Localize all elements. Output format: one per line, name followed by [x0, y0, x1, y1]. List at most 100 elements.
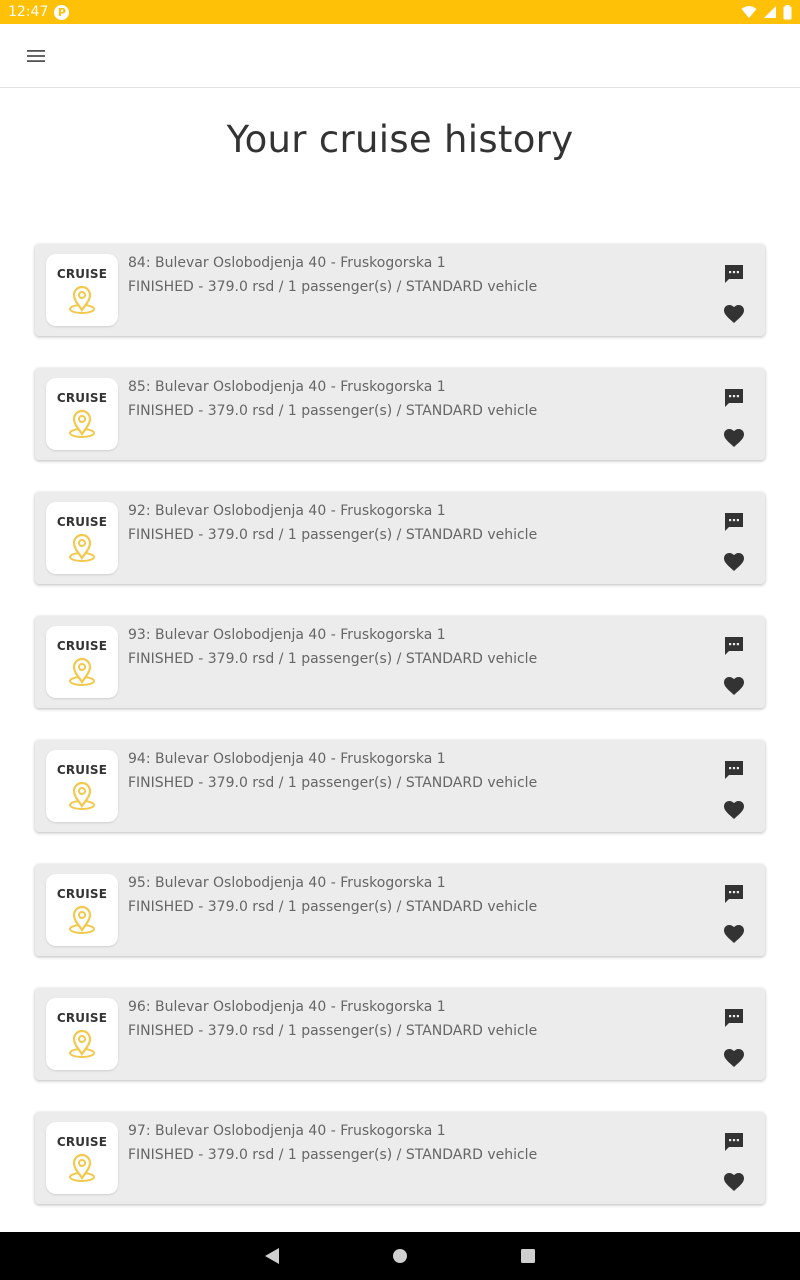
chat-bubble-icon: [725, 761, 743, 779]
menu-button[interactable]: [16, 36, 56, 76]
ride-title: 85: Bulevar Oslobodjenja 40 - Fruskogors…: [128, 379, 446, 395]
ride-details: FINISHED - 379.0 rsd / 1 passenger(s) / …: [128, 899, 538, 915]
favorite-button[interactable]: [721, 549, 747, 575]
location-pin-icon: [69, 1029, 95, 1058]
location-pin-icon: [69, 781, 95, 810]
logo-text: CRUISE: [56, 763, 108, 777]
logo-text: CRUISE: [56, 639, 108, 653]
page-title: Your cruise history: [226, 118, 574, 161]
logo-text: CRUISE: [56, 391, 108, 405]
cruise-logo: CRUISE: [46, 626, 118, 698]
chat-button[interactable]: [721, 1129, 747, 1155]
heart-icon: [724, 429, 744, 447]
logo-text: CRUISE: [56, 515, 108, 529]
heart-icon: [724, 553, 744, 571]
ride-title: 96: Bulevar Oslobodjenja 40 - Fruskogors…: [128, 999, 446, 1015]
chat-button[interactable]: [721, 757, 747, 783]
chat-button[interactable]: [721, 261, 747, 287]
heart-icon: [724, 305, 744, 323]
ride-card[interactable]: CRUISE 96: Bulevar Oslobodjenja 40 - Fru…: [35, 988, 765, 1080]
cruise-logo: CRUISE: [46, 874, 118, 946]
hamburger-menu-icon: [27, 50, 45, 62]
ride-card[interactable]: CRUISE 84: Bulevar Oslobodjenja 40 - Fru…: [35, 244, 765, 336]
favorite-button[interactable]: [721, 301, 747, 327]
battery-icon: [783, 4, 792, 19]
signal-icon: [764, 6, 776, 18]
favorite-button[interactable]: [721, 1169, 747, 1195]
ride-details: FINISHED - 379.0 rsd / 1 passenger(s) / …: [128, 651, 538, 667]
location-pin-icon: [69, 657, 95, 686]
location-pin-icon: [69, 533, 95, 562]
ride-title: 94: Bulevar Oslobodjenja 40 - Fruskogors…: [128, 751, 446, 767]
wifi-icon: [741, 6, 757, 18]
logo-text: CRUISE: [56, 1135, 108, 1149]
location-pin-icon: [69, 905, 95, 934]
logo-text: CRUISE: [56, 267, 108, 281]
chat-button[interactable]: [721, 881, 747, 907]
logo-text: CRUISE: [56, 1011, 108, 1025]
parking-notification-icon: P: [54, 4, 70, 20]
ride-title: 92: Bulevar Oslobodjenja 40 - Fruskogors…: [128, 503, 446, 519]
favorite-button[interactable]: [721, 921, 747, 947]
recents-button[interactable]: [513, 1241, 543, 1271]
home-button[interactable]: [385, 1241, 415, 1271]
logo-text: CRUISE: [56, 887, 108, 901]
ride-details: FINISHED - 379.0 rsd / 1 passenger(s) / …: [128, 775, 538, 791]
ride-card[interactable]: CRUISE 95: Bulevar Oslobodjenja 40 - Fru…: [35, 864, 765, 956]
ride-title: 93: Bulevar Oslobodjenja 40 - Fruskogors…: [128, 627, 446, 643]
chat-button[interactable]: [721, 385, 747, 411]
ride-details: FINISHED - 379.0 rsd / 1 passenger(s) / …: [128, 527, 538, 543]
ride-card[interactable]: CRUISE 97: Bulevar Oslobodjenja 40 - Fru…: [35, 1112, 765, 1204]
location-pin-icon: [69, 1153, 95, 1182]
chat-button[interactable]: [721, 633, 747, 659]
status-time: 12:47: [8, 4, 49, 20]
status-bar: 12:47 P: [0, 0, 800, 24]
cruise-logo: CRUISE: [46, 378, 118, 450]
chat-bubble-icon: [725, 885, 743, 903]
chat-bubble-icon: [725, 389, 743, 407]
heart-icon: [724, 1049, 744, 1067]
cruise-logo: CRUISE: [46, 998, 118, 1070]
chat-button[interactable]: [721, 1005, 747, 1031]
favorite-button[interactable]: [721, 797, 747, 823]
chat-bubble-icon: [725, 513, 743, 531]
chat-bubble-icon: [725, 1009, 743, 1027]
home-icon: [393, 1249, 407, 1263]
recents-icon: [521, 1249, 535, 1263]
ride-card[interactable]: CRUISE 92: Bulevar Oslobodjenja 40 - Fru…: [35, 492, 765, 584]
chat-button[interactable]: [721, 509, 747, 535]
ride-details: FINISHED - 379.0 rsd / 1 passenger(s) / …: [128, 1023, 538, 1039]
heart-icon: [724, 801, 744, 819]
status-right: [741, 4, 792, 20]
chat-bubble-icon: [725, 1133, 743, 1151]
system-navigation-bar: [0, 1232, 800, 1280]
badge-letter: P: [57, 5, 66, 19]
ride-card[interactable]: CRUISE 85: Bulevar Oslobodjenja 40 - Fru…: [35, 368, 765, 460]
back-icon: [265, 1248, 279, 1264]
ride-title: 97: Bulevar Oslobodjenja 40 - Fruskogors…: [128, 1123, 446, 1139]
ride-details: FINISHED - 379.0 rsd / 1 passenger(s) / …: [128, 1147, 538, 1163]
ride-title: 95: Bulevar Oslobodjenja 40 - Fruskogors…: [128, 875, 446, 891]
heart-icon: [724, 925, 744, 943]
ride-history-list: CRUISE 84: Bulevar Oslobodjenja 40 - Fru…: [35, 244, 765, 1236]
favorite-button[interactable]: [721, 425, 747, 451]
ride-title: 84: Bulevar Oslobodjenja 40 - Fruskogors…: [128, 255, 446, 271]
favorite-button[interactable]: [721, 1045, 747, 1071]
app-bar: [0, 24, 800, 88]
chat-bubble-icon: [725, 265, 743, 283]
ride-details: FINISHED - 379.0 rsd / 1 passenger(s) / …: [128, 403, 538, 419]
chat-bubble-icon: [725, 637, 743, 655]
back-button[interactable]: [257, 1241, 287, 1271]
cruise-logo: CRUISE: [46, 750, 118, 822]
ride-details: FINISHED - 379.0 rsd / 1 passenger(s) / …: [128, 279, 538, 295]
cruise-logo: CRUISE: [46, 254, 118, 326]
heart-icon: [724, 1173, 744, 1191]
cruise-logo: CRUISE: [46, 502, 118, 574]
ride-card[interactable]: CRUISE 93: Bulevar Oslobodjenja 40 - Fru…: [35, 616, 765, 708]
location-pin-icon: [69, 409, 95, 438]
location-pin-icon: [69, 285, 95, 314]
cruise-logo: CRUISE: [46, 1122, 118, 1194]
favorite-button[interactable]: [721, 673, 747, 699]
heart-icon: [724, 677, 744, 695]
ride-card[interactable]: CRUISE 94: Bulevar Oslobodjenja 40 - Fru…: [35, 740, 765, 832]
